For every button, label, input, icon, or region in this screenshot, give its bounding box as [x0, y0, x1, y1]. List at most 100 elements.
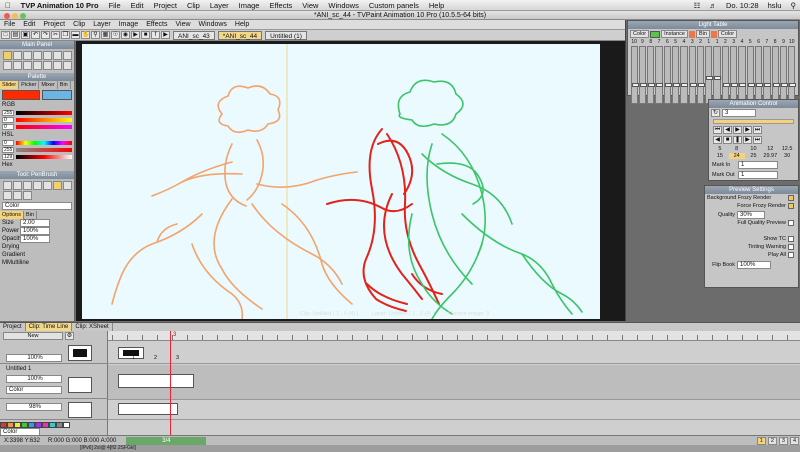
menu-layer[interactable]: Layer: [205, 0, 234, 11]
play-all-checkbox[interactable]: [788, 252, 794, 258]
zoom-icon[interactable]: ⚲: [91, 31, 100, 39]
light-table-fader[interactable]: [671, 46, 680, 104]
cut-icon[interactable]: ✂: [51, 31, 60, 39]
blur-brush-icon[interactable]: [12, 190, 22, 200]
transform-tool-icon[interactable]: [22, 60, 32, 70]
undo-icon[interactable]: ↶: [31, 31, 40, 39]
fader-knob[interactable]: [706, 75, 714, 80]
minimize-window-button[interactable]: [12, 12, 18, 19]
paste-icon[interactable]: ▬: [71, 31, 80, 39]
fader-knob[interactable]: [789, 83, 797, 88]
doc-tab-ani-sc-43[interactable]: ANI_sc_43: [173, 30, 215, 40]
eraser-icon[interactable]: [2, 190, 12, 200]
smudge-brush-icon[interactable]: [22, 190, 32, 200]
fader-knob[interactable]: [664, 83, 672, 88]
camera-tool-icon[interactable]: [52, 60, 62, 70]
menu-image[interactable]: Image: [234, 0, 265, 11]
green-value[interactable]: 0: [2, 117, 14, 123]
timeline-ruler[interactable]: [108, 331, 800, 341]
light-table-fader[interactable]: [655, 46, 664, 104]
lightbulb-icon[interactable]: ☉: [111, 31, 120, 39]
force-frozy-checkbox[interactable]: [788, 203, 794, 209]
fill-tool-icon[interactable]: [42, 50, 52, 60]
fader-knob[interactable]: [639, 83, 647, 88]
rect-tool-icon[interactable]: [22, 50, 32, 60]
lightness-value[interactable]: 129: [2, 154, 14, 160]
volume-icon[interactable]: ♬: [709, 1, 717, 10]
camera-icon[interactable]: ▶: [161, 31, 170, 39]
wifi-icon[interactable]: ☷: [694, 1, 701, 10]
new-layer-button[interactable]: New: [3, 332, 63, 340]
menu-clip[interactable]: Clip: [182, 0, 205, 11]
fader-knob[interactable]: [764, 83, 772, 88]
fader-knob[interactable]: [681, 83, 689, 88]
instance-color-chip[interactable]: [688, 30, 695, 38]
color-chip[interactable]: [56, 421, 63, 428]
app-menu-help[interactable]: Help: [231, 20, 253, 30]
tinting-checkbox[interactable]: [788, 244, 794, 250]
app-menu-effects[interactable]: Effects: [142, 20, 171, 30]
fader-knob[interactable]: [722, 83, 730, 88]
fps-option[interactable]: 15: [712, 153, 728, 159]
fader-knob[interactable]: [672, 83, 680, 88]
spline-tool-icon[interactable]: [2, 60, 12, 70]
red-gradient[interactable]: [16, 111, 72, 115]
eyedropper-tool-icon[interactable]: [42, 60, 52, 70]
play-all-row[interactable]: Play All: [705, 251, 798, 259]
open-icon[interactable]: ▤: [11, 31, 20, 39]
color-chip[interactable]: [14, 421, 21, 428]
saturation-slider[interactable]: 255: [2, 147, 72, 153]
menu-custom-panels[interactable]: Custom panels: [364, 0, 424, 11]
magic-wand-tool-icon[interactable]: [12, 60, 22, 70]
timeline-track[interactable]: [108, 400, 800, 420]
airbrush-icon[interactable]: [12, 180, 22, 190]
palette-panel-title[interactable]: Palette: [0, 73, 74, 81]
show-tc-row[interactable]: Show TC: [705, 235, 798, 243]
drawing-canvas[interactable]: [82, 44, 600, 319]
app-menu-edit[interactable]: Edit: [19, 20, 39, 30]
light-table-fader[interactable]: [630, 46, 639, 104]
app-menu-layer[interactable]: Layer: [89, 20, 115, 30]
blue-slider[interactable]: 0: [2, 124, 72, 130]
close-window-button[interactable]: [4, 12, 10, 19]
menu-help[interactable]: Help: [424, 0, 449, 11]
current-frame-marker[interactable]: [170, 331, 171, 435]
light-table-fader[interactable]: [638, 46, 647, 104]
main-panel-title[interactable]: Main Panel: [0, 41, 74, 49]
app-menu-clip[interactable]: Clip: [69, 20, 89, 30]
page-button-1[interactable]: 1: [756, 436, 766, 445]
fader-knob[interactable]: [755, 83, 763, 88]
red-value[interactable]: 255: [2, 110, 14, 116]
green-gradient[interactable]: [16, 118, 72, 122]
stop-icon[interactable]: ■: [141, 31, 150, 39]
color-chip[interactable]: [7, 421, 14, 428]
loop-icon[interactable]: ↻: [711, 109, 720, 117]
brush-mode-select[interactable]: Color: [2, 202, 72, 210]
fader-knob[interactable]: [689, 83, 697, 88]
light-table-mode[interactable]: Color: [630, 30, 650, 38]
app-menu-image[interactable]: Image: [115, 20, 142, 30]
doc-tab-ani-sc-44[interactable]: *ANI_sc_44: [217, 30, 263, 40]
paintbrush-icon[interactable]: [32, 180, 42, 190]
exposure-block[interactable]: [118, 374, 194, 388]
fx-icon[interactable]: f: [151, 31, 160, 39]
fader-knob[interactable]: [697, 83, 705, 88]
step-icon[interactable]: ▶: [743, 136, 752, 144]
secondary-color-swatch[interactable]: [42, 90, 72, 100]
force-frozy-row[interactable]: Force Frozy Render: [705, 202, 798, 210]
fps-option[interactable]: 24: [728, 153, 745, 159]
pause-icon[interactable]: ❚: [733, 136, 742, 144]
fader-knob[interactable]: [780, 83, 788, 88]
fps-option[interactable]: 29.97: [762, 153, 778, 159]
color-chip[interactable]: [35, 421, 42, 428]
user-name[interactable]: hslu: [768, 1, 782, 10]
layer-tools-icon[interactable]: ⚙: [65, 332, 74, 340]
fader-knob[interactable]: [747, 83, 755, 88]
light-table-fader[interactable]: [788, 46, 797, 104]
drying-label[interactable]: Drying: [0, 243, 74, 251]
blue-value[interactable]: 0: [2, 124, 14, 130]
playback-range-bar[interactable]: [713, 119, 794, 124]
frame-field[interactable]: 3: [722, 109, 756, 117]
saturation-value[interactable]: 255: [2, 147, 14, 153]
animation-control-title[interactable]: Animation Control: [709, 100, 798, 108]
